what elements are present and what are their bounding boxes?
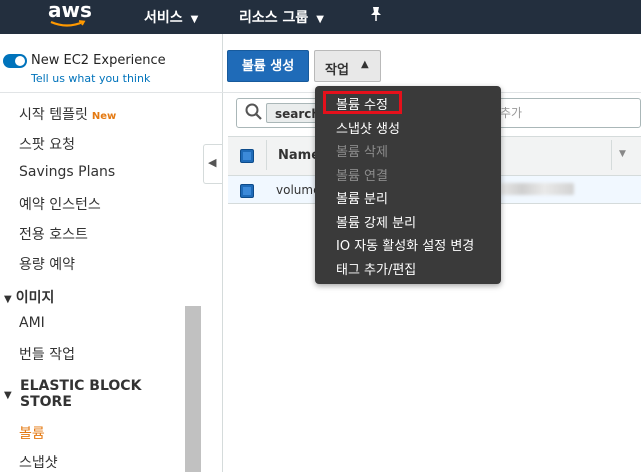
aws-logo[interactable]: aws <box>48 0 92 32</box>
services-label: 서비스 <box>144 10 183 26</box>
sidebar-collapse-button[interactable]: ◀ <box>203 144 222 184</box>
sidebar-section-images[interactable]: ▼ 이미지 <box>4 287 54 307</box>
resource-groups-label: 리소스 그룹 <box>239 10 309 26</box>
redacted-volume-id <box>500 183 574 195</box>
chevron-down-icon: ▼ <box>316 14 324 25</box>
menu-item-attach-volume: 볼륨 연결 <box>336 169 388 184</box>
services-menu[interactable]: 서비스 ▼ <box>144 7 198 27</box>
chevron-up-icon: ▲ <box>361 59 369 70</box>
menu-item-detach-volume[interactable]: 볼륨 분리 <box>336 188 388 207</box>
sidebar-section-label: 이미지 <box>15 290 55 306</box>
sidebar-item-capacity-reservations[interactable]: 용량 예약 <box>19 254 75 274</box>
menu-item-add-edit-tags[interactable]: 태그 추가/편집 <box>336 259 416 278</box>
sidebar-divider <box>0 92 222 93</box>
annotation-highlight-box <box>323 91 402 114</box>
search-icon <box>245 103 262 120</box>
menu-item-change-auto-enable-io[interactable]: IO 자동 활성화 설정 변경 <box>336 235 474 254</box>
sidebar-item-volumes[interactable]: 볼륨 <box>19 423 45 443</box>
actions-button[interactable]: 작업 ▲ <box>314 50 381 82</box>
sidebar-item-ami[interactable]: AMI <box>19 315 45 331</box>
menu-item-delete-volume: 볼륨 삭제 <box>336 145 388 160</box>
pin-icon[interactable] <box>368 6 384 22</box>
column-header-name[interactable]: Name <box>278 148 320 163</box>
sidebar-section-label-line2: STORE <box>20 394 72 410</box>
sidebar-item-dedicated-hosts[interactable]: 전용 호스트 <box>19 224 88 244</box>
sidebar-section-ebs[interactable]: ▼ ELASTIC BLOCK STORE <box>4 378 141 410</box>
actions-dropdown-menu: 볼륨 수정 스냅샷 생성 볼륨 삭제 볼륨 연결 볼륨 분리 볼륨 강제 분리 … <box>315 86 501 284</box>
sidebar: New EC2 Experience Tell us what you thin… <box>0 34 223 472</box>
row-name-cell: volume <box>276 183 321 197</box>
sidebar-item-savings-plans[interactable]: Savings Plans <box>19 164 115 180</box>
sidebar-item-snapshots[interactable]: 스냅샷 <box>19 452 58 472</box>
create-volume-button[interactable]: 볼륨 생성 <box>227 50 309 82</box>
menu-item-create-snapshot[interactable]: 스냅샷 생성 <box>336 118 400 137</box>
column-separator[interactable] <box>611 140 612 170</box>
aws-smile-icon <box>50 20 86 27</box>
feedback-link[interactable]: Tell us what you think <box>31 72 150 85</box>
resource-groups-menu[interactable]: 리소스 그룹 ▼ <box>239 7 324 27</box>
new-badge: New <box>91 111 117 122</box>
sort-icon[interactable]: ▼ <box>619 149 626 159</box>
new-ec2-experience-label: New EC2 Experience <box>31 53 166 68</box>
top-navigation-bar: aws 서비스 ▼ 리소스 그룹 ▼ <box>0 0 641 34</box>
caret-down-icon: ▼ <box>4 390 12 401</box>
new-ec2-experience-toggle[interactable] <box>3 54 27 68</box>
aws-logo-text: aws <box>48 0 92 22</box>
actions-button-label: 작업 <box>325 63 349 78</box>
select-all-checkbox[interactable] <box>240 149 254 163</box>
column-separator[interactable] <box>266 140 267 170</box>
sidebar-item-bundle-tasks[interactable]: 번들 작업 <box>19 344 75 364</box>
sidebar-item-spot-requests[interactable]: 스팟 요청 <box>19 134 75 154</box>
sidebar-item-launch-templates[interactable]: 시작 템플릿 New <box>19 104 116 124</box>
sidebar-scrollbar[interactable] <box>185 306 201 472</box>
search-placeholder: 추가 <box>500 106 523 120</box>
sidebar-section-label: ELASTIC BLOCK <box>20 378 142 394</box>
chevron-left-icon: ◀ <box>208 156 217 169</box>
sidebar-item-reserved-instances[interactable]: 예약 인스턴스 <box>19 194 101 214</box>
chevron-down-icon: ▼ <box>190 14 199 25</box>
sidebar-item-label: 시작 템플릿 <box>19 107 88 123</box>
row-checkbox[interactable] <box>240 184 254 198</box>
caret-down-icon: ▼ <box>4 294 12 305</box>
menu-item-force-detach-volume[interactable]: 볼륨 강제 분리 <box>336 212 416 231</box>
